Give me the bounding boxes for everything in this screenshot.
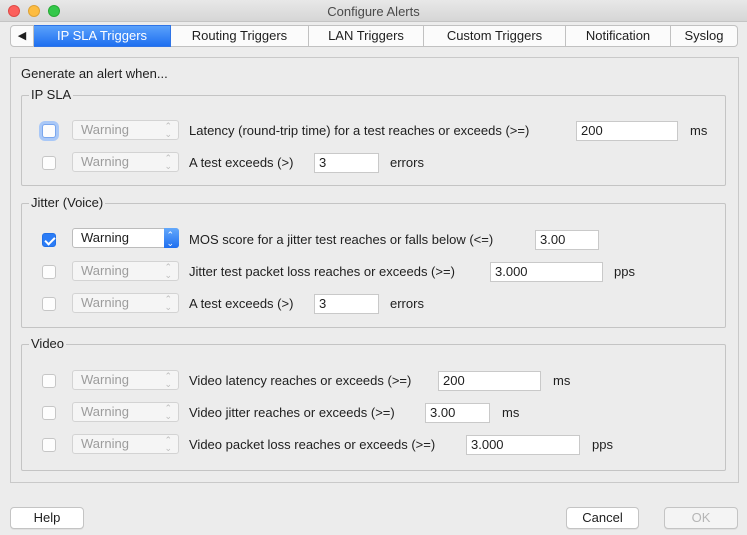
- severity-select-value: Warning: [81, 404, 129, 419]
- severity-select-value: Warning: [81, 154, 129, 169]
- jitter-mos-input[interactable]: 3.00: [535, 230, 599, 250]
- chevron-up-down-icon: ⌃ ⌄: [164, 262, 172, 280]
- ip-sla-errors-unit: errors: [390, 155, 424, 170]
- video-packet-loss-checkbox[interactable]: [42, 438, 56, 452]
- ok-button[interactable]: OK: [664, 507, 738, 529]
- jitter-packet-loss-severity-select[interactable]: Warning ⌃ ⌄: [72, 261, 179, 281]
- jitter-group-title: Jitter (Voice): [29, 195, 106, 210]
- video-latency-checkbox[interactable]: [42, 374, 56, 388]
- ip-sla-latency-input[interactable]: 200: [576, 121, 678, 141]
- ip-sla-errors-severity-select[interactable]: Warning ⌃ ⌄: [72, 152, 179, 172]
- video-jitter-input[interactable]: 3.00: [425, 403, 490, 423]
- ip-sla-latency-checkbox[interactable]: [42, 124, 56, 138]
- tab-syslog[interactable]: Syslog: [671, 25, 738, 47]
- jitter-errors-unit: errors: [390, 296, 424, 311]
- intro-text: Generate an alert when...: [21, 66, 168, 81]
- severity-select-value: Warning: [81, 372, 129, 387]
- video-latency-input[interactable]: 200: [438, 371, 541, 391]
- title-bar: Configure Alerts: [0, 0, 747, 22]
- tab-ip-sla-triggers[interactable]: IP SLA Triggers: [34, 25, 171, 47]
- jitter-errors-severity-select[interactable]: Warning ⌃ ⌄: [72, 293, 179, 313]
- video-jitter-checkbox[interactable]: [42, 406, 56, 420]
- help-button[interactable]: Help: [10, 507, 84, 529]
- chevron-up-down-icon: ⌃ ⌄: [164, 153, 172, 171]
- video-jitter-unit: ms: [502, 405, 520, 420]
- video-packet-loss-severity-select[interactable]: Warning ⌃ ⌄: [72, 434, 179, 454]
- jitter-errors-label: A test exceeds (>): [189, 296, 294, 311]
- video-packet-loss-label: Video packet loss reaches or exceeds (>=…: [189, 437, 436, 452]
- ip-sla-latency-severity-select[interactable]: Warning ⌃ ⌄: [72, 120, 179, 140]
- ip-sla-latency-unit: ms: [690, 123, 708, 138]
- tab-bar: ◀ IP SLA Triggers Routing Triggers LAN T…: [10, 25, 738, 47]
- video-jitter-severity-select[interactable]: Warning ⌃ ⌄: [72, 402, 179, 422]
- chevron-up-down-icon: ⌃ ⌄: [164, 294, 172, 312]
- severity-select-value: Warning: [81, 436, 129, 451]
- video-latency-severity-select[interactable]: Warning ⌃ ⌄: [72, 370, 179, 390]
- tab-lan-triggers[interactable]: LAN Triggers: [309, 25, 424, 47]
- video-latency-unit: ms: [553, 373, 571, 388]
- tab-routing-triggers[interactable]: Routing Triggers: [171, 25, 309, 47]
- jitter-mos-label: MOS score for a jitter test reaches or f…: [189, 232, 494, 247]
- ip-sla-group-title: IP SLA: [29, 87, 74, 102]
- jitter-mos-checkbox[interactable]: [42, 233, 56, 247]
- jitter-packet-loss-checkbox[interactable]: [42, 265, 56, 279]
- tab-notification[interactable]: Notification: [566, 25, 671, 47]
- ip-sla-errors-checkbox[interactable]: [42, 156, 56, 170]
- tab-custom-triggers[interactable]: Custom Triggers: [424, 25, 566, 47]
- video-latency-label: Video latency reaches or exceeds (>=): [189, 373, 412, 388]
- jitter-packet-loss-unit: pps: [614, 264, 635, 279]
- window-title: Configure Alerts: [327, 4, 420, 19]
- chevron-up-down-icon: ⌃ ⌄: [164, 121, 172, 139]
- ip-sla-errors-input[interactable]: 3: [314, 153, 379, 173]
- cancel-button[interactable]: Cancel: [566, 507, 639, 529]
- video-jitter-label: Video jitter reaches or exceeds (>=): [189, 405, 395, 420]
- jitter-mos-severity-select[interactable]: Warning ⌃ ⌄: [72, 228, 179, 248]
- severity-select-value: Warning: [81, 263, 129, 278]
- ip-sla-errors-label: A test exceeds (>): [189, 155, 294, 170]
- severity-select-value: Warning: [81, 295, 129, 310]
- jitter-packet-loss-input[interactable]: 3.000: [490, 262, 603, 282]
- chevron-up-down-icon: ⌃ ⌄: [164, 371, 172, 389]
- chevron-up-down-icon: ⌃ ⌄: [166, 230, 174, 248]
- tab-scroll-left-icon[interactable]: ◀: [10, 25, 34, 47]
- video-group-title: Video: [29, 336, 67, 351]
- severity-select-value: Warning: [81, 122, 129, 137]
- jitter-packet-loss-label: Jitter test packet loss reaches or excee…: [189, 264, 455, 279]
- jitter-errors-checkbox[interactable]: [42, 297, 56, 311]
- chevron-up-down-icon: ⌃ ⌄: [164, 403, 172, 421]
- severity-select-value: Warning: [81, 230, 129, 245]
- video-packet-loss-input[interactable]: 3.000: [466, 435, 580, 455]
- ip-sla-latency-label: Latency (round-trip time) for a test rea…: [189, 123, 530, 138]
- chevron-up-down-icon: ⌃ ⌄: [164, 435, 172, 453]
- video-packet-loss-unit: pps: [592, 437, 613, 452]
- jitter-errors-input[interactable]: 3: [314, 294, 379, 314]
